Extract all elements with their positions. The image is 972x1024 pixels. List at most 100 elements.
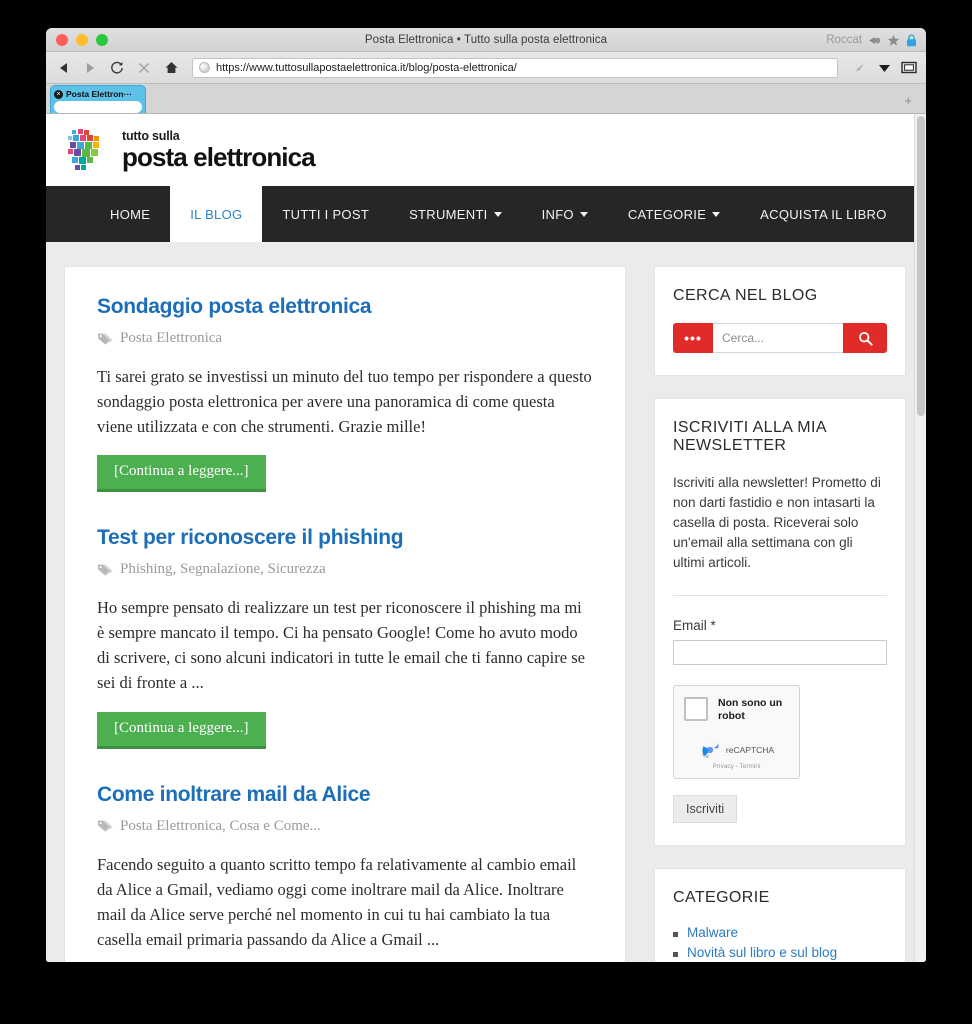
recaptcha-checkbox[interactable] xyxy=(684,696,708,721)
maximize-window-button[interactable] xyxy=(96,33,108,46)
recaptcha-checkbox-row[interactable]: Non sono un robot xyxy=(684,696,789,723)
nav-item-il-blog[interactable]: IL BLOG xyxy=(170,186,263,242)
titlebar-right-group: Roccat xyxy=(826,28,917,52)
search-widget-title: CERCA NEL BLOG xyxy=(673,287,818,304)
post-separator xyxy=(97,755,593,783)
nav-item-acquista-il-libro[interactable]: ACQUISTA IL LIBRO xyxy=(740,186,906,242)
email-field-label: Email * xyxy=(673,617,716,633)
stop-icon[interactable] xyxy=(136,60,152,76)
new-tab-button[interactable]: + xyxy=(904,94,912,107)
highlighter-icon[interactable] xyxy=(851,60,867,76)
post-title-link[interactable]: Test per riconoscere il phishing xyxy=(97,526,593,550)
tag-icon xyxy=(97,819,113,833)
post-item: Come inoltrare mail da Alice Posta Elett… xyxy=(97,783,593,962)
reload-icon[interactable] xyxy=(109,60,125,76)
page-content: Sondaggio posta elettronica Posta Elettr… xyxy=(46,242,914,962)
browser-viewport: tutto sulla posta elettronica HOME IL BL… xyxy=(46,114,926,962)
search-input[interactable]: Cerca... xyxy=(713,323,843,353)
sync-icon[interactable] xyxy=(868,35,881,46)
post-separator xyxy=(97,498,593,526)
categories-widget-title: CATEGORIE xyxy=(673,889,770,907)
newsletter-widget-title: ISCRIVITI ALLA MIA NEWSLETTER xyxy=(673,419,827,454)
page-scrollbar[interactable] xyxy=(914,114,926,962)
close-window-button[interactable] xyxy=(56,33,68,46)
post-excerpt: Facendo seguito a quanto scritto tempo f… xyxy=(97,854,577,949)
chevron-down-icon[interactable] xyxy=(876,60,892,76)
mosaic-head-logo-icon xyxy=(68,129,99,170)
post-tags-text[interactable]: Posta Elettronica xyxy=(120,330,222,347)
category-link[interactable]: Novità sul libro e sul blog xyxy=(687,945,837,960)
toolbar-right-group xyxy=(851,60,917,76)
post-tags: Posta Elettronica, Cosa e Come... xyxy=(97,818,593,835)
logo-line-2: posta elettronica xyxy=(122,141,316,172)
window-title: Posta Elettronica • Tutto sulla posta el… xyxy=(364,33,608,46)
url-text: https://www.tuttosullapostaelettronica.i… xyxy=(216,61,517,74)
home-icon[interactable] xyxy=(163,60,179,76)
logo-wordmark: tutto sulla posta elettronica xyxy=(122,129,316,172)
recaptcha-branding: reCAPTCHA xyxy=(684,739,789,761)
recaptcha-widget[interactable]: Non sono un robot reCAPTCHA Privacy - Te… xyxy=(673,684,800,780)
post-tags-text[interactable]: Phishing, Segnalazione, Sicurezza xyxy=(120,561,326,578)
nav-item-tutti-i-post[interactable]: TUTTI I POST xyxy=(262,186,389,242)
newsletter-submit-button[interactable]: Iscriviti xyxy=(673,795,738,824)
logo-line-1: tutto sulla xyxy=(122,129,180,144)
post-tags: Phishing, Segnalazione, Sicurezza xyxy=(97,561,593,578)
browser-titlebar[interactable]: Posta Elettronica • Tutto sulla posta el… xyxy=(46,28,926,52)
account-label[interactable]: Roccat xyxy=(826,34,862,46)
nav-item-strumenti[interactable]: STRUMENTI xyxy=(389,186,522,242)
categories-widget: CATEGORIE Malware Novità sul libro e sul… xyxy=(654,868,906,962)
tab-label: Posta Elettron··· xyxy=(66,89,133,99)
reader-view-icon[interactable] xyxy=(901,60,917,76)
tag-icon xyxy=(97,332,113,346)
search-options-button[interactable]: ••• xyxy=(673,323,713,353)
nav-label: INFO xyxy=(541,206,574,222)
nav-label: CATEGORIE xyxy=(627,206,707,222)
close-icon[interactable]: × xyxy=(54,89,63,99)
recaptcha-legal-links[interactable]: Privacy - Termini xyxy=(684,763,789,770)
list-item[interactable]: Novità sul libro e sul blog xyxy=(673,945,887,960)
page-favicon-icon xyxy=(199,62,210,73)
bullet-icon xyxy=(673,952,678,958)
scrollbar-thumb[interactable] xyxy=(917,116,925,416)
lock-icon[interactable] xyxy=(906,33,917,47)
back-arrow-icon[interactable] xyxy=(55,60,71,76)
newsletter-description: Iscriviti alla newsletter! Prometto di n… xyxy=(673,475,881,570)
search-form: ••• Cerca... xyxy=(673,323,887,353)
nav-label: IL BLOG xyxy=(190,206,243,222)
search-widget: CERCA NEL BLOG ••• Cerca... xyxy=(654,266,906,376)
browser-tab[interactable]: × Posta Elettron··· xyxy=(50,85,146,113)
nav-item-info[interactable]: INFO xyxy=(522,186,608,242)
bullet-icon xyxy=(673,932,678,938)
read-more-button[interactable]: [Continua a leggere...] xyxy=(97,455,266,493)
minimize-window-button[interactable] xyxy=(76,33,88,46)
window-controls[interactable] xyxy=(46,33,108,46)
post-tags-text[interactable]: Posta Elettronica, Cosa e Come... xyxy=(120,818,321,835)
nav-label: TUTTI I POST xyxy=(282,206,370,222)
bookmark-star-icon[interactable] xyxy=(887,34,900,47)
divider xyxy=(673,594,887,596)
post-title-link[interactable]: Come inoltrare mail da Alice xyxy=(97,783,593,807)
site-logo[interactable]: tutto sulla posta elettronica xyxy=(66,127,316,173)
post-list-card: Sondaggio posta elettronica Posta Elettr… xyxy=(64,266,626,962)
list-item[interactable]: Malware xyxy=(673,925,887,940)
read-more-button[interactable]: [Continua a leggere...] xyxy=(97,711,266,749)
post-list-column: Sondaggio posta elettronica Posta Elettr… xyxy=(64,266,626,962)
browser-toolbar: https://www.tuttosullapostaelettronica.i… xyxy=(46,52,926,84)
tag-icon xyxy=(97,563,113,577)
forward-arrow-icon[interactable] xyxy=(82,60,98,76)
nav-label: ACQUISTA IL LIBRO xyxy=(760,206,887,222)
browser-window: Posta Elettronica • Tutto sulla posta el… xyxy=(46,28,926,962)
recaptcha-logo-icon xyxy=(701,742,719,759)
category-link[interactable]: Malware xyxy=(687,925,738,940)
tab-preview xyxy=(54,101,142,113)
address-bar[interactable]: https://www.tuttosullapostaelettronica.i… xyxy=(192,57,838,78)
chevron-down-icon xyxy=(712,211,721,217)
post-title-link[interactable]: Sondaggio posta elettronica xyxy=(97,295,593,319)
search-submit-button[interactable] xyxy=(843,323,887,353)
nav-item-home[interactable]: HOME xyxy=(90,186,170,242)
categories-list: Malware Novità sul libro e sul blog PEC xyxy=(673,925,887,962)
web-page: tutto sulla posta elettronica HOME IL BL… xyxy=(46,114,914,962)
chevron-down-icon xyxy=(493,211,502,217)
email-field[interactable] xyxy=(673,639,887,665)
nav-item-categorie[interactable]: CATEGORIE xyxy=(608,186,740,242)
